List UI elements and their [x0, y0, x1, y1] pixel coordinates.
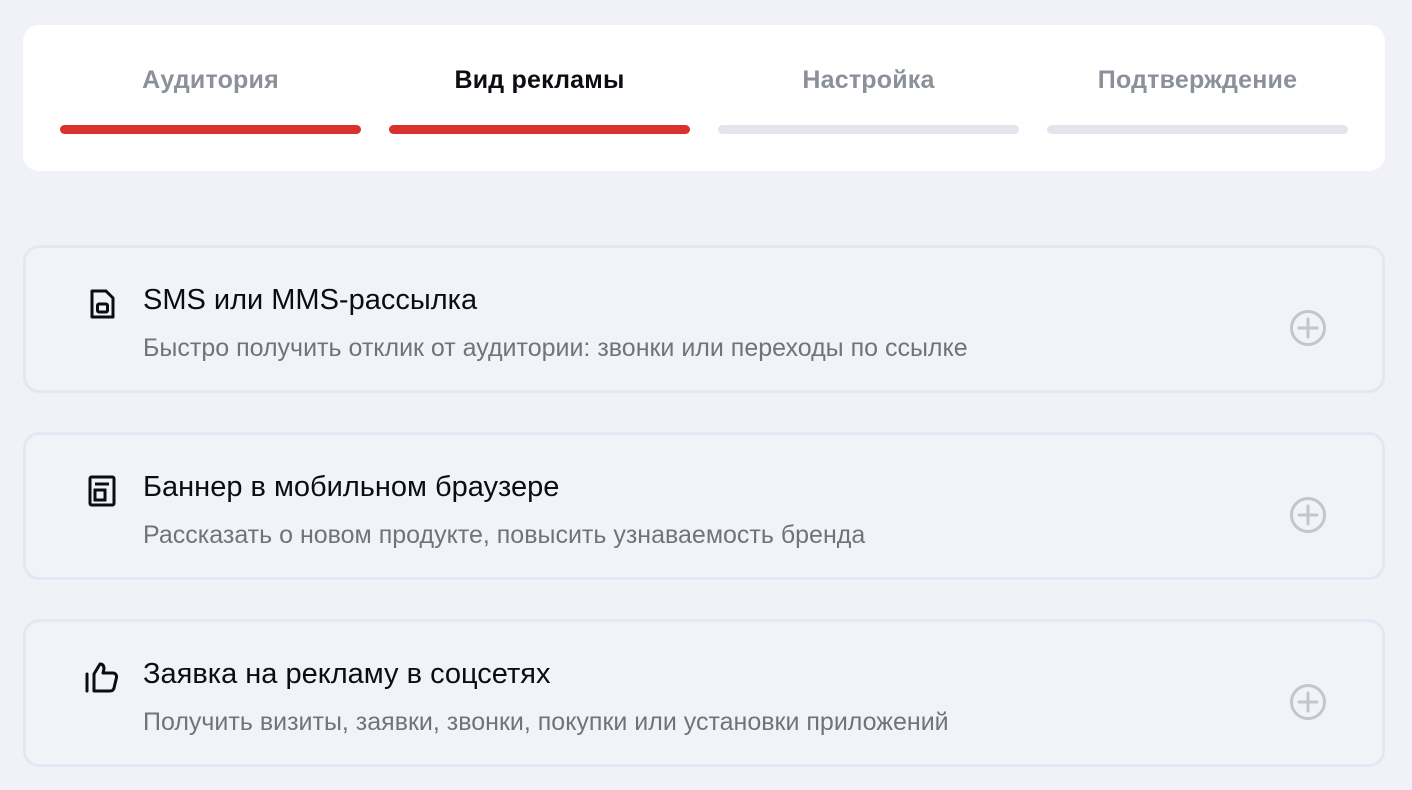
- plus-circle-icon[interactable]: [1288, 308, 1328, 348]
- step-label: Аудитория: [142, 66, 279, 94]
- banner-icon: [82, 471, 122, 511]
- step-label: Вид рекламы: [454, 66, 625, 94]
- plus-circle-icon[interactable]: [1288, 682, 1328, 722]
- option-title: Заявка на рекламу в соцсетях: [143, 658, 551, 690]
- plus-circle-icon[interactable]: [1288, 495, 1328, 535]
- step-audience[interactable]: Аудитория: [60, 25, 361, 171]
- step-label: Настройка: [802, 66, 935, 94]
- step-progress-bar: [718, 125, 1019, 134]
- option-title: Баннер в мобильном браузере: [143, 471, 560, 503]
- option-mobile-banner[interactable]: Баннер в мобильном браузере Рассказать о…: [23, 432, 1385, 580]
- option-sms-mms[interactable]: SMS или MMS-рассылка Быстро получить отк…: [23, 245, 1385, 393]
- option-description: Получить визиты, заявки, звонки, покупки…: [143, 708, 949, 736]
- step-settings[interactable]: Настройка: [718, 25, 1019, 171]
- option-description: Рассказать о новом продукте, повысить уз…: [143, 521, 866, 549]
- option-title: SMS или MMS-рассылка: [143, 284, 478, 316]
- step-confirmation[interactable]: Подтверждение: [1047, 25, 1348, 171]
- option-social-ads[interactable]: Заявка на рекламу в соцсетях Получить ви…: [23, 619, 1385, 767]
- thumbs-up-icon: [82, 658, 122, 698]
- step-label: Подтверждение: [1097, 66, 1298, 94]
- option-description: Быстро получить отклик от аудитории: зво…: [143, 334, 968, 362]
- step-progress-bar: [389, 125, 690, 134]
- step-ad-type[interactable]: Вид рекламы: [389, 25, 690, 171]
- campaign-stepper: Аудитория Вид рекламы Настройка Подтверж…: [23, 25, 1385, 171]
- step-progress-bar: [60, 125, 361, 134]
- step-progress-bar: [1047, 125, 1348, 134]
- sim-card-icon: [82, 284, 122, 324]
